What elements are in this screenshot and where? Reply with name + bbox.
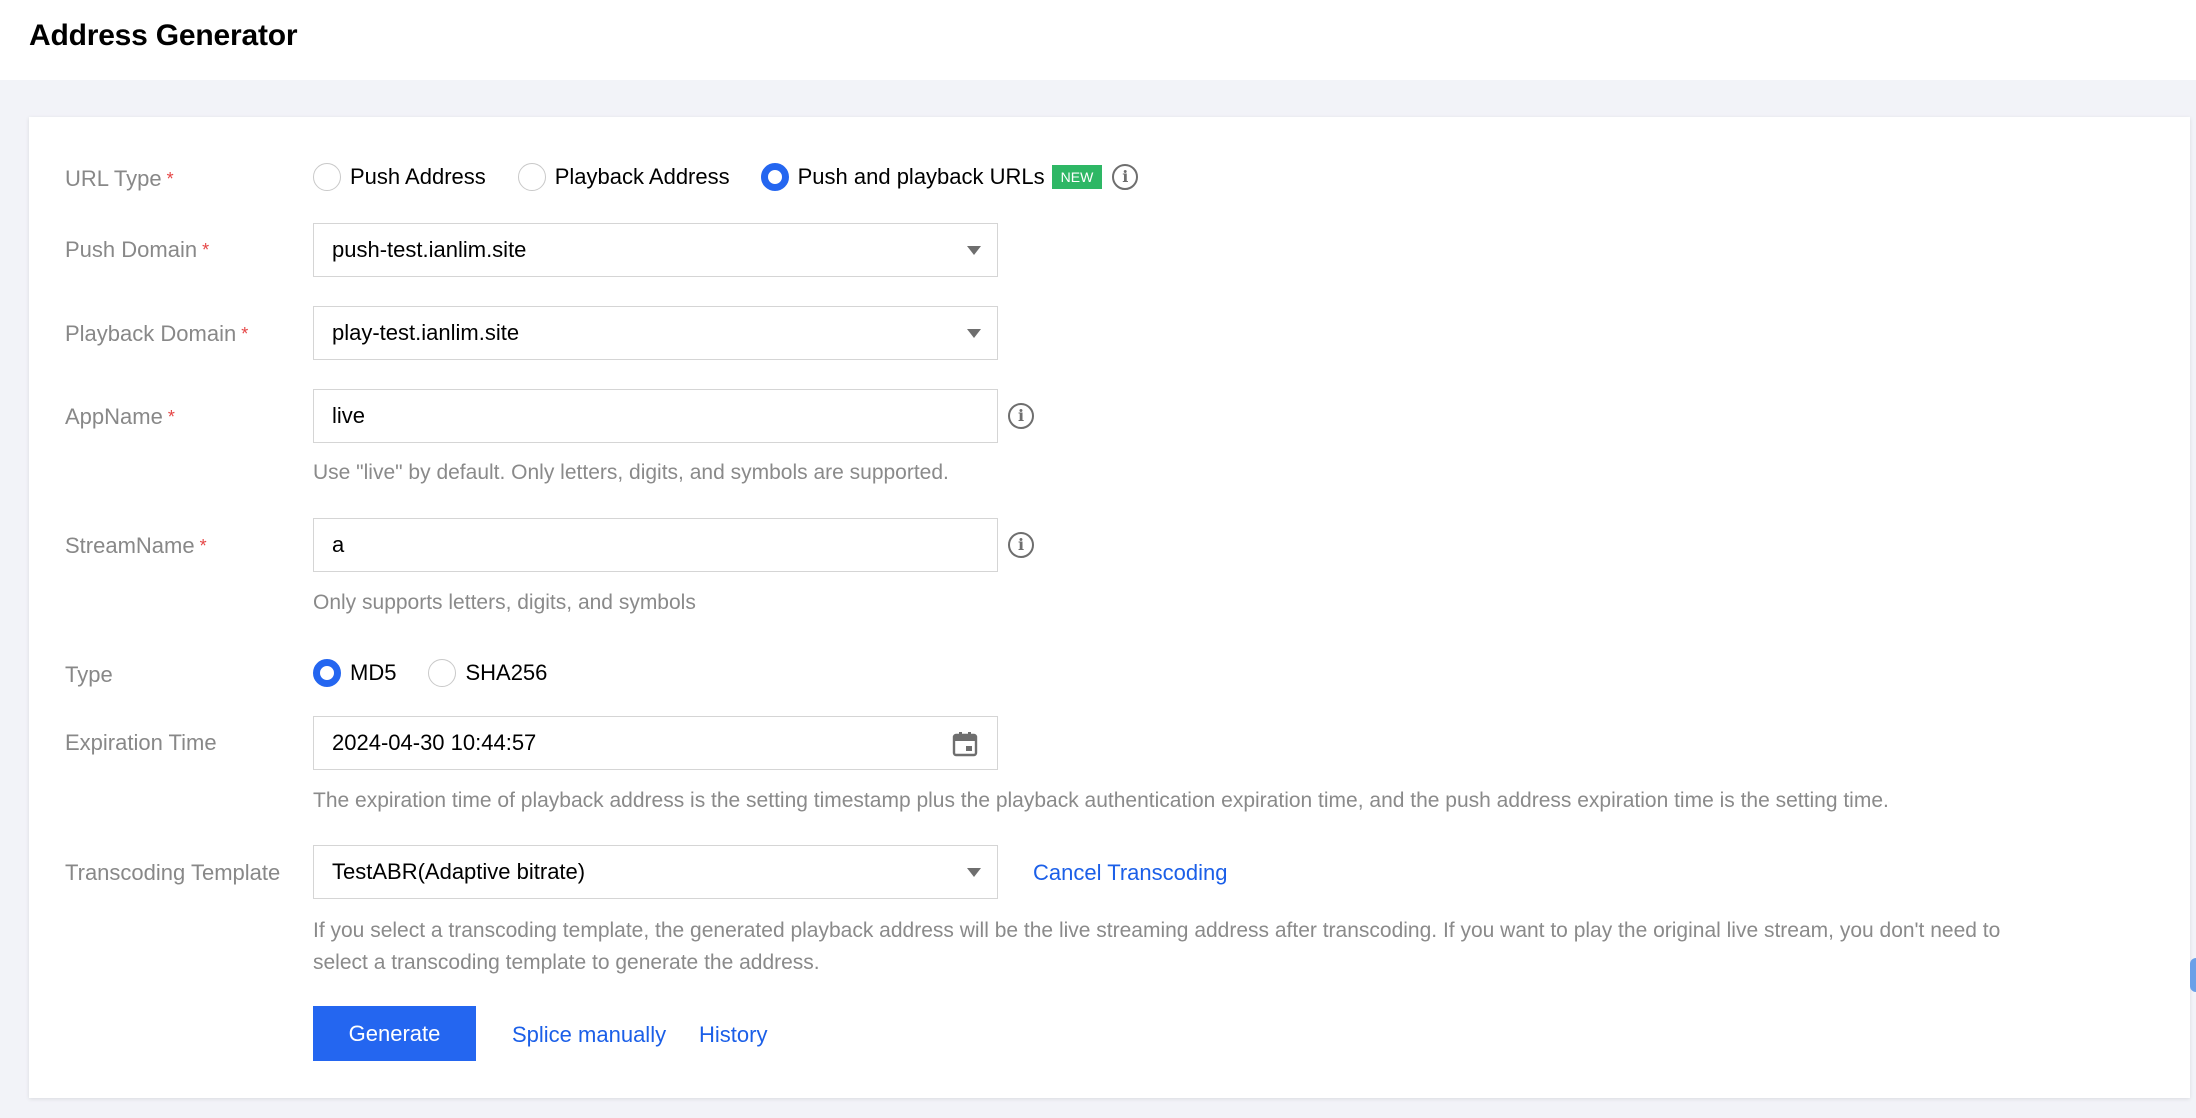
appname-hint: Use "live" by default. Only letters, dig… <box>313 461 949 484</box>
new-badge: NEW <box>1051 165 1103 189</box>
cancel-transcoding-link[interactable]: Cancel Transcoding <box>1033 860 1227 886</box>
page-title: Address Generator <box>29 19 298 52</box>
url-type-radio-group: Push Address Playback Address Push and p… <box>313 163 1139 191</box>
top-bar: Address Generator <box>0 0 2196 80</box>
push-domain-select[interactable]: push-test.ianlim.site <box>313 223 998 277</box>
playback-domain-value: play-test.ianlim.site <box>332 320 520 345</box>
push-domain-label: Push Domain * <box>65 237 209 263</box>
transcoding-template-label: Transcoding Template <box>65 860 281 885</box>
radio-playback-address[interactable]: Playback Address <box>517 163 730 191</box>
info-icon[interactable]: i <box>1008 532 1034 558</box>
transcoding-hint-line2: select a transcoding template to generat… <box>313 951 820 974</box>
type-radio-group: MD5 SHA256 <box>313 659 547 687</box>
required-mark: * <box>199 536 207 556</box>
splice-manually-link[interactable]: Splice manually <box>512 1022 666 1048</box>
radio-label: Push and playback URLs <box>797 164 1045 189</box>
push-domain-label-text: Push Domain <box>65 237 198 262</box>
radio-circle[interactable] <box>517 163 546 191</box>
chevron-down-icon <box>967 246 981 255</box>
expiration-time-label: Expiration Time <box>65 730 217 755</box>
appname-value: live <box>332 403 366 428</box>
history-link[interactable]: History <box>699 1022 767 1048</box>
streamname-label: StreamName * <box>65 533 207 559</box>
expiration-time-hint: The expiration time of playback address … <box>313 789 1889 812</box>
floating-widget-handle[interactable] <box>2190 958 2196 992</box>
streamname-input[interactable]: a <box>313 518 998 572</box>
radio-md5[interactable]: MD5 <box>313 659 396 687</box>
appname-label-text: AppName <box>65 404 163 429</box>
chevron-down-icon <box>967 868 981 877</box>
expiration-time-value: 2024-04-30 10:44:57 <box>332 730 537 755</box>
playback-domain-label-text: Playback Domain <box>65 321 237 346</box>
radio-label: Playback Address <box>554 164 730 189</box>
required-mark: * <box>241 324 249 344</box>
required-mark: * <box>167 407 175 427</box>
expiration-time-picker[interactable]: 2024-04-30 10:44:57 <box>313 716 998 770</box>
radio-label: Push Address <box>350 164 486 189</box>
calendar-icon[interactable] <box>951 730 979 758</box>
url-type-label: URL Type * <box>65 166 174 192</box>
transcoding-template-select[interactable]: TestABR(Adaptive bitrate) <box>313 845 998 899</box>
url-type-label-text: URL Type <box>65 166 162 191</box>
info-icon[interactable]: i <box>1112 164 1139 190</box>
radio-label: MD5 <box>350 660 397 685</box>
radio-circle[interactable] <box>428 659 457 687</box>
required-mark: * <box>202 240 210 260</box>
type-label: Type <box>65 662 113 687</box>
transcoding-hint-line1: If you select a transcoding template, th… <box>313 919 2001 942</box>
required-mark: * <box>166 169 174 189</box>
transcoding-template-value: TestABR(Adaptive bitrate) <box>332 859 586 884</box>
radio-circle[interactable] <box>313 163 341 191</box>
streamname-label-text: StreamName <box>65 533 195 558</box>
playback-domain-select[interactable]: play-test.ianlim.site <box>313 306 998 360</box>
playback-domain-label: Playback Domain * <box>65 321 248 347</box>
streamname-value: a <box>332 532 345 557</box>
radio-label: SHA256 <box>465 660 548 685</box>
appname-input[interactable]: live <box>313 389 998 443</box>
appname-label: AppName * <box>65 404 175 430</box>
radio-sha256[interactable]: SHA256 <box>428 659 547 687</box>
chevron-down-icon <box>967 329 981 338</box>
streamname-hint: Only supports letters, digits, and symbo… <box>313 591 696 614</box>
generate-button[interactable]: Generate <box>313 1006 476 1061</box>
radio-circle-checked[interactable] <box>313 659 341 687</box>
radio-push-address[interactable]: Push Address <box>313 163 486 191</box>
info-icon[interactable]: i <box>1008 403 1034 429</box>
radio-push-and-playback[interactable]: Push and playback URLs NEW <box>760 163 1103 191</box>
radio-circle-checked[interactable] <box>760 163 789 191</box>
push-domain-value: push-test.ianlim.site <box>332 237 527 262</box>
